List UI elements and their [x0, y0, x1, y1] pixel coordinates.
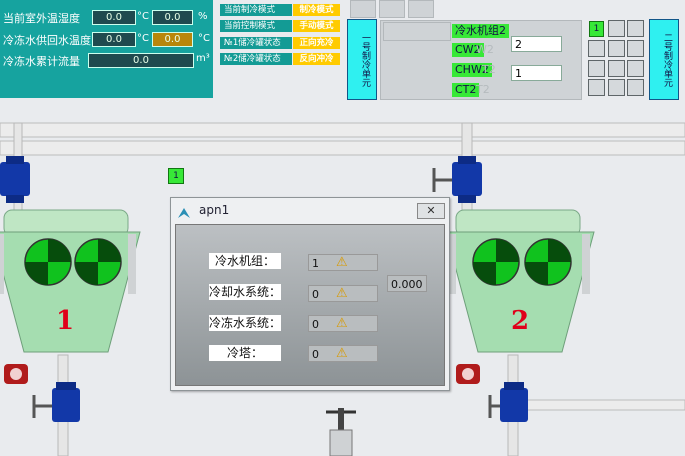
chw-return-unit: °C	[198, 33, 210, 44]
grid-cell[interactable]	[627, 40, 644, 57]
mode-value: 反向冲冷	[293, 53, 340, 65]
equipment-grid: 1	[587, 19, 647, 99]
grid-cell[interactable]	[608, 79, 625, 96]
cw-count-input[interactable]: 2	[511, 36, 562, 52]
main-pipe-upper	[0, 122, 685, 138]
chw-flow-label: 冷冻水累计流量	[3, 55, 80, 68]
apn1-dialog: apn1 ✕ 冷水机组： 1 ⚠ 冷却水系统： 0 ⚠ 冷冻水系统： 0 ⚠ 冷…	[170, 197, 450, 391]
mode-label: 当前制冷模式	[220, 4, 292, 16]
warning-icon: ⚠	[336, 286, 348, 301]
outdoor-temp-unit: °C	[137, 11, 149, 22]
side-value: 0.000	[387, 275, 427, 292]
mode-value: 制冷模式	[293, 4, 340, 16]
outdoor-hum-unit: %	[198, 11, 208, 22]
outdoor-temp-value: 0.0	[92, 10, 136, 25]
outdoor-temp-label: 当前室外温湿度	[3, 12, 80, 25]
row-label: 冷却水系统：	[209, 284, 282, 300]
main-pipe-lower	[0, 140, 685, 156]
unit-number-1: 1	[56, 306, 75, 336]
dialog-title: apn1	[199, 203, 230, 217]
unit-number-2: 2	[511, 306, 530, 336]
close-icon[interactable]: ✕	[417, 203, 445, 219]
row-label: 冷塔：	[209, 345, 281, 361]
mode-value: 正向充冷	[293, 37, 340, 49]
grid-cell[interactable]	[627, 79, 644, 96]
cw-ghost-label: W2	[476, 43, 494, 56]
alarm-badge[interactable]: 1	[168, 168, 184, 184]
chw-flow-unit: m³	[196, 53, 210, 64]
chw-supply-unit: °C	[137, 33, 149, 44]
grid-badge[interactable]: 1	[589, 21, 604, 37]
chiller-status-tag: 冷水机组2	[452, 24, 509, 38]
nav-tab[interactable]	[350, 0, 376, 18]
environment-panel: 当前室外温湿度 0.0 °C 0.0 % 冷冻水供回水温度 0.0 °C 0.0…	[0, 0, 213, 98]
grid-cell[interactable]	[588, 60, 605, 77]
row-label: 冷水机组：	[209, 253, 281, 269]
mode-value: 手动模式	[293, 20, 340, 32]
grid-cell[interactable]	[627, 20, 644, 37]
status-slot	[383, 22, 451, 41]
nav-tab[interactable]	[408, 0, 434, 18]
valve-icon[interactable]	[0, 156, 30, 203]
warning-icon: ⚠	[336, 316, 348, 331]
branch-pipe	[515, 399, 685, 411]
gate-valve-icon[interactable]	[326, 408, 356, 456]
grid-cell[interactable]	[588, 79, 605, 96]
warning-icon: ⚠	[336, 346, 348, 361]
grid-cell[interactable]	[608, 20, 625, 37]
grid-cell[interactable]	[608, 60, 625, 77]
mode-label: №2储冷罐状态	[220, 53, 292, 65]
warning-icon: ⚠	[336, 255, 348, 270]
mode-label: №1储冷罐状态	[220, 37, 292, 49]
mode-label: 当前控制模式	[220, 20, 292, 32]
valve-icon[interactable]	[488, 382, 528, 422]
grid-cell[interactable]	[588, 40, 605, 57]
unit-2-nav-button[interactable]: 二号制冷单元	[649, 19, 679, 100]
grid-cell[interactable]	[627, 60, 644, 77]
app-logo-icon	[177, 204, 191, 218]
nav-tab[interactable]	[379, 0, 405, 18]
outdoor-hum-value: 0.0	[152, 10, 193, 25]
chw-flow-value: 0.0	[88, 53, 194, 68]
unit-1-nav-button[interactable]: 一号制冷单元	[347, 19, 377, 100]
grid-cell[interactable]	[608, 40, 625, 57]
chw-supply-value: 0.0	[92, 32, 136, 47]
dialog-body: 冷水机组： 1 ⚠ 冷却水系统： 0 ⚠ 冷冻水系统： 0 ⚠ 冷塔： 0 ⚠ …	[175, 224, 445, 386]
valve-icon[interactable]	[32, 382, 80, 422]
chw-count-input[interactable]: 1	[511, 65, 562, 81]
pressure-gauge-icon	[456, 364, 480, 384]
valve-icon[interactable]	[432, 156, 482, 203]
pressure-gauge-icon	[4, 364, 28, 384]
ct-ghost-label: T2	[476, 83, 490, 96]
chw-temp-label: 冷冻水供回水温度	[3, 34, 91, 47]
row-label: 冷冻水系统：	[209, 315, 282, 331]
chw-return-value: 0.0	[152, 32, 193, 47]
chw-ghost-label: T2	[482, 63, 496, 76]
